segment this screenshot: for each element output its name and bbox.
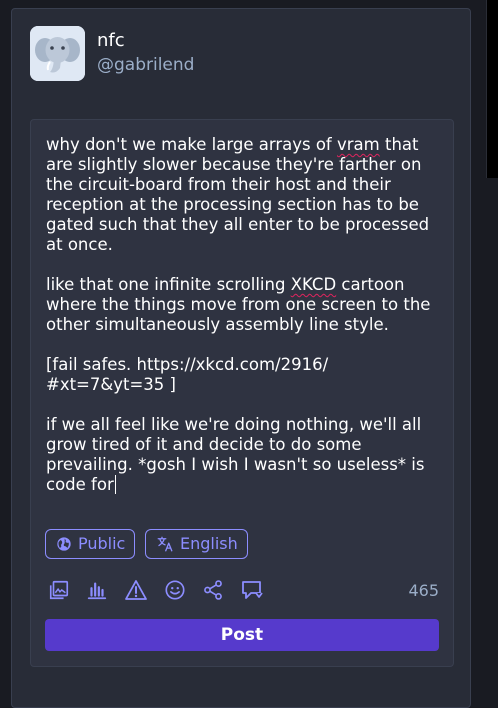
paragraph-1-text-a: why don't we make large arrays of [46, 135, 337, 154]
post-button[interactable]: Post [45, 619, 439, 651]
compose-toolbar [45, 576, 441, 604]
add-media-button[interactable] [45, 576, 73, 604]
add-poll-button[interactable] [83, 576, 111, 604]
avatar[interactable] [30, 26, 85, 81]
language-button[interactable]: English [145, 529, 248, 559]
warning-icon [125, 580, 147, 600]
share-icon [204, 580, 222, 600]
side-column-edge [486, 0, 498, 178]
poll-icon [87, 582, 107, 600]
quote-icon [242, 581, 263, 599]
spellcheck-flagged-word: vram [337, 135, 380, 154]
language-label: English [180, 534, 238, 553]
account-handle: @gabrilend [97, 55, 195, 75]
paragraph-2-text-a: like that one infinite scrolling [46, 275, 291, 294]
side-column-divider [486, 0, 487, 178]
content-warning-button[interactable] [122, 576, 150, 604]
text-caret [114, 475, 117, 494]
visibility-label: Public [78, 534, 126, 553]
spellcheck-flagged-word: XKCD [290, 275, 337, 294]
compose-textarea[interactable]: why don't we make large arrays of vram t… [46, 135, 444, 495]
quote-button[interactable] [238, 576, 266, 604]
paragraph-3-text: [fail safes. https://xkcd.com/2916/ #xt=… [46, 355, 329, 394]
share-button[interactable] [199, 576, 227, 604]
globe-icon [57, 537, 71, 551]
emoji-picker-button[interactable] [161, 576, 189, 604]
elephant-avatar-icon [30, 26, 85, 81]
emoji-icon [165, 580, 185, 600]
paragraph-4-text: if we all feel like we're doing nothing,… [46, 415, 430, 494]
compose-box[interactable]: why don't we make large arrays of vram t… [30, 119, 454, 667]
translate-icon [157, 536, 173, 552]
character-counter: 465 [408, 581, 439, 600]
image-icon [49, 580, 69, 600]
display-name: nfc [97, 30, 125, 51]
visibility-button[interactable]: Public [45, 529, 136, 559]
